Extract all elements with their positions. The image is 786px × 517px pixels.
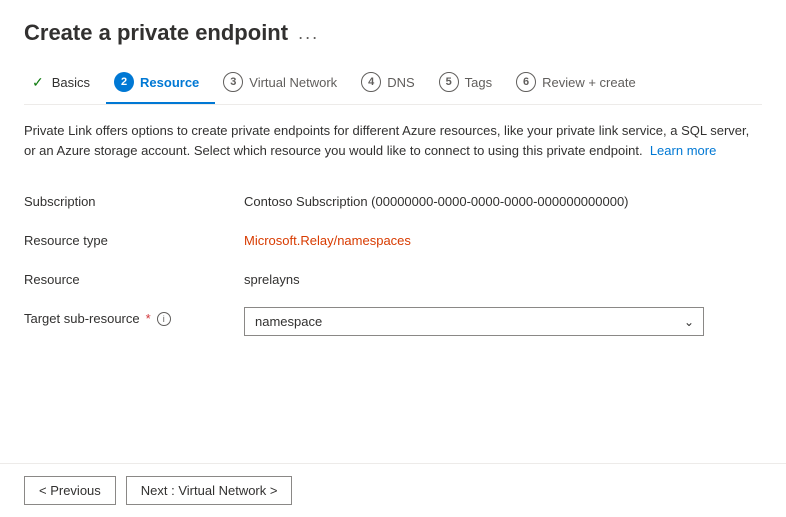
step-tags-number: 5 bbox=[439, 72, 459, 92]
step-vnet-label: Virtual Network bbox=[249, 75, 337, 90]
wizard-step-dns[interactable]: 4 DNS bbox=[353, 64, 430, 104]
form-row-resource: Resource sprelayns bbox=[24, 258, 762, 297]
step-review-number: 6 bbox=[516, 72, 536, 92]
form-row-resource-type: Resource type Microsoft.Relay/namespaces bbox=[24, 219, 762, 258]
wizard-step-basics[interactable]: ✓ Basics bbox=[24, 66, 106, 103]
wizard-step-review-create[interactable]: 6 Review + create bbox=[508, 64, 652, 104]
wizard-nav: ✓ Basics 2 Resource 3 Virtual Network 4 … bbox=[24, 64, 762, 105]
target-sub-resource-wrapper: namespace ⌄ bbox=[244, 307, 762, 336]
target-sub-resource-dropdown-container: namespace ⌄ bbox=[244, 307, 704, 336]
step-vnet-number: 3 bbox=[223, 72, 243, 92]
target-sub-resource-label: Target sub-resource * i bbox=[24, 307, 244, 326]
step-dns-number: 4 bbox=[361, 72, 381, 92]
step-tags-label: Tags bbox=[465, 75, 492, 90]
form-row-subscription: Subscription Contoso Subscription (00000… bbox=[24, 180, 762, 219]
required-indicator: * bbox=[146, 311, 151, 326]
previous-button[interactable]: < Previous bbox=[24, 476, 116, 505]
step-basics-label: Basics bbox=[52, 75, 90, 90]
page-description: Private Link offers options to create pr… bbox=[24, 121, 762, 160]
next-button[interactable]: Next : Virtual Network > bbox=[126, 476, 293, 505]
wizard-step-tags[interactable]: 5 Tags bbox=[431, 64, 508, 104]
resource-form: Subscription Contoso Subscription (00000… bbox=[24, 180, 762, 346]
target-sub-resource-select[interactable]: namespace bbox=[244, 307, 704, 336]
check-icon: ✓ bbox=[32, 74, 44, 91]
subscription-value: Contoso Subscription (00000000-0000-0000… bbox=[244, 190, 762, 209]
form-row-target-sub-resource: Target sub-resource * i namespace ⌄ bbox=[24, 297, 762, 346]
resource-type-label: Resource type bbox=[24, 229, 244, 248]
learn-more-link[interactable]: Learn more bbox=[650, 143, 716, 158]
page-title: Create a private endpoint bbox=[24, 20, 288, 46]
wizard-step-virtual-network[interactable]: 3 Virtual Network bbox=[215, 64, 353, 104]
resource-label: Resource bbox=[24, 268, 244, 287]
step-resource-number: 2 bbox=[114, 72, 134, 92]
info-icon[interactable]: i bbox=[157, 312, 171, 326]
bottom-bar: < Previous Next : Virtual Network > bbox=[0, 463, 786, 517]
step-resource-label: Resource bbox=[140, 75, 199, 90]
step-dns-label: DNS bbox=[387, 75, 414, 90]
resource-value: sprelayns bbox=[244, 268, 762, 287]
step-review-label: Review + create bbox=[542, 75, 636, 90]
wizard-step-resource[interactable]: 2 Resource bbox=[106, 64, 215, 104]
subscription-label: Subscription bbox=[24, 190, 244, 209]
resource-type-value: Microsoft.Relay/namespaces bbox=[244, 229, 762, 248]
ellipsis-menu-button[interactable]: ... bbox=[298, 23, 319, 44]
